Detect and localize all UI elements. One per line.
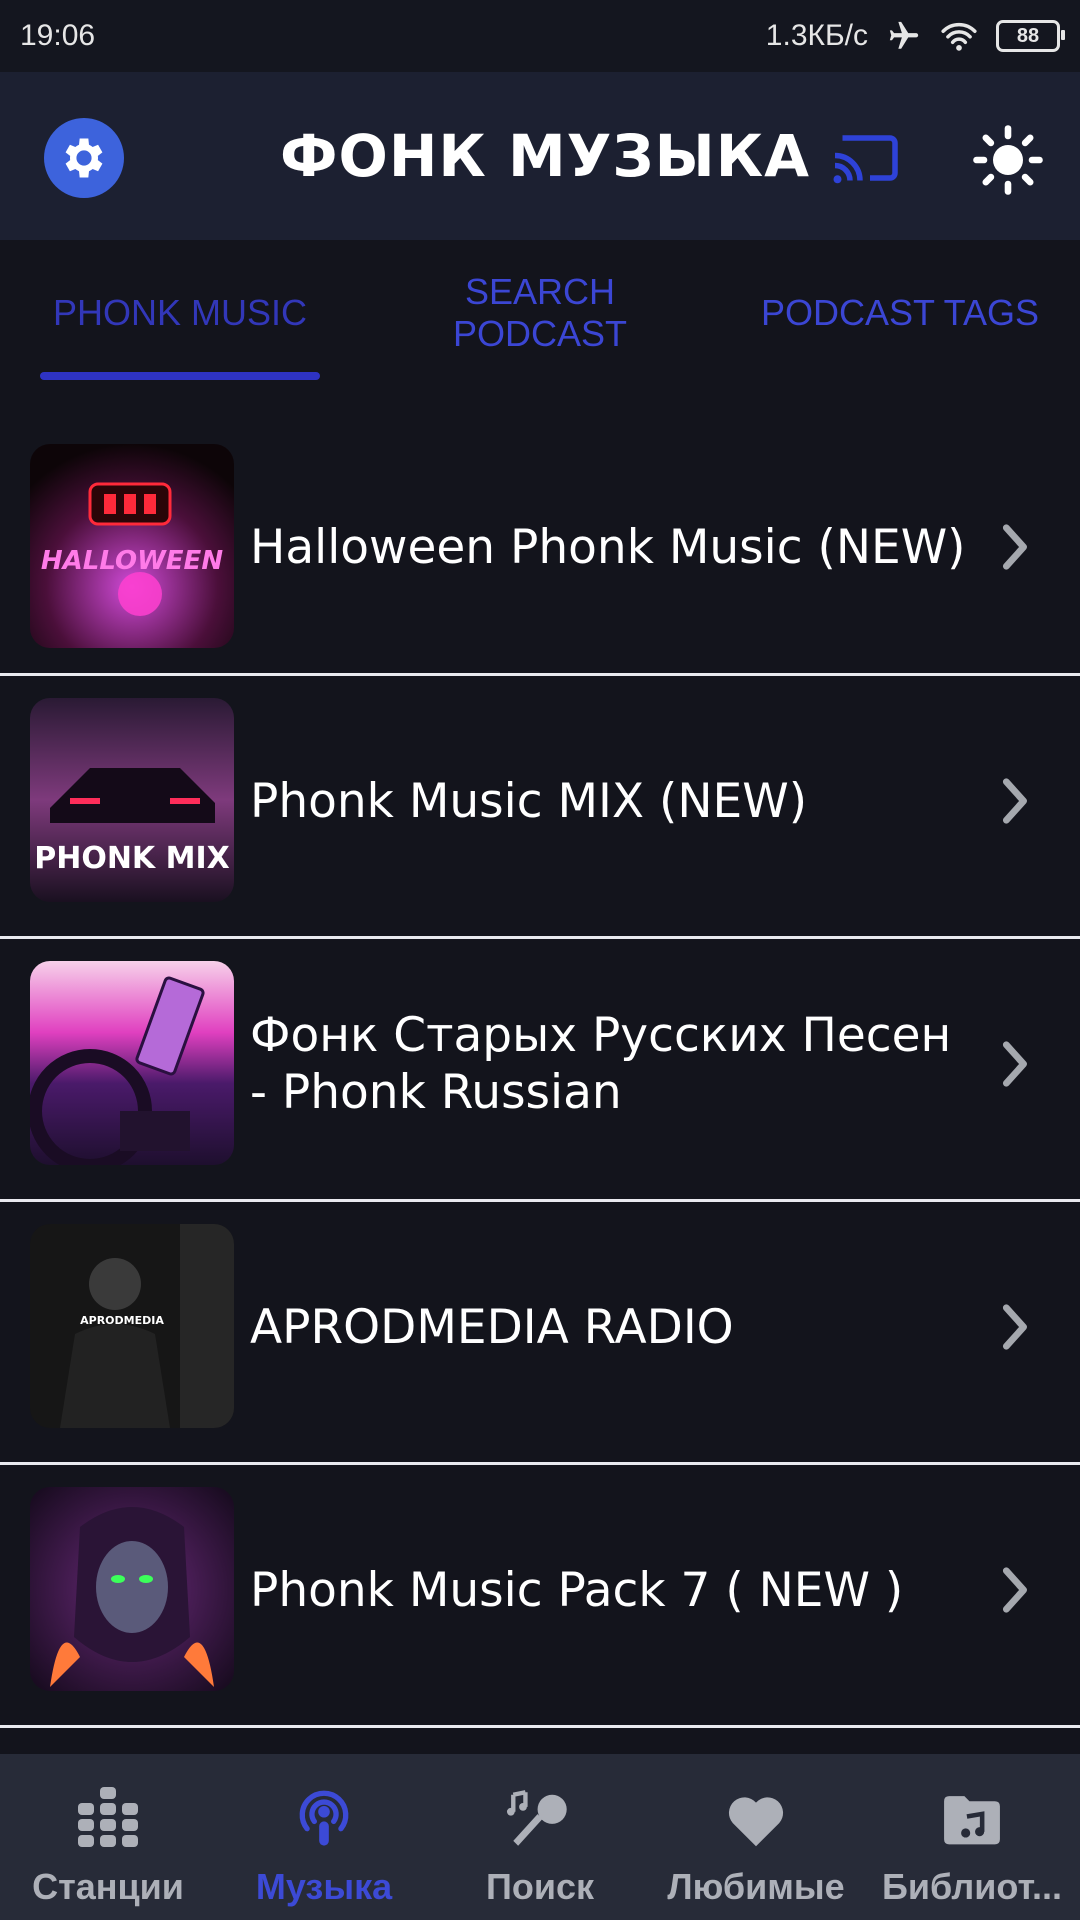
nav-label: Станции — [32, 1866, 184, 1907]
nav-item-library[interactable]: Библиот... — [864, 1754, 1080, 1920]
station-title: Phonk Music MIX (NEW) — [250, 773, 808, 829]
settings-icon — [65, 138, 103, 178]
nav-item-music[interactable]: Музыка — [216, 1754, 432, 1920]
nav-label: Поиск — [485, 1866, 595, 1907]
brightness-button[interactable] — [972, 124, 1044, 196]
tab-label: SEARCH PODCAST — [452, 271, 628, 354]
tab-search-podcast[interactable]: SEARCH PODCAST — [360, 240, 720, 386]
chevron-right-icon — [1002, 1567, 1027, 1613]
list-item[interactable]: PHONK MIX Phonk Music MIX (NEW) — [0, 676, 1080, 939]
station-thumbnail: PHONK MIX — [30, 698, 234, 902]
tab-label: PODCAST TAGS — [760, 292, 1040, 333]
nav-item-search[interactable]: Поиск — [432, 1754, 648, 1920]
nav-item-favorites[interactable]: Любимые — [648, 1754, 864, 1920]
nav-label: Музыка — [255, 1866, 393, 1907]
battery-icon: 88 — [996, 20, 1065, 52]
equalizer-icon — [78, 1787, 138, 1847]
station-title: Phonk Music Pack 7 ( NEW ) — [250, 1562, 904, 1618]
station-list: HALLOWEEN Halloween Phonk Music (NEW) PH… — [0, 422, 1080, 1728]
podcast-icon — [299, 1790, 349, 1846]
nav-item-stations[interactable]: Станции — [0, 1754, 216, 1920]
station-thumbnail: APRODMEDIA — [30, 1224, 234, 1428]
tab-label: PHONK MUSIC — [52, 292, 308, 333]
station-title: Halloween Phonk Music (NEW) — [250, 519, 966, 575]
status-time: 19:06 — [20, 19, 96, 52]
tab-podcast-tags[interactable]: PODCAST TAGS — [720, 240, 1080, 386]
station-thumbnail — [30, 1487, 234, 1691]
nav-label: Библиот... — [882, 1866, 1062, 1907]
microphone-icon — [506, 1790, 567, 1846]
station-title: Фонк Старых Русских Песен - Phonk Russia… — [250, 1008, 952, 1120]
station-title: APRODMEDIA RADIO — [250, 1299, 734, 1355]
station-thumbnail — [30, 961, 234, 1165]
list-item[interactable]: Фонк Старых Русских Песен - Phonk Russia… — [0, 939, 1080, 1202]
list-item[interactable]: HALLOWEEN Halloween Phonk Music (NEW) — [0, 422, 1080, 676]
app-title: ФОНК МУЗЫКА — [280, 122, 810, 190]
status-icons: 1.3КБ/с 88 — [765, 19, 1065, 53]
music-folder-icon — [944, 1796, 1000, 1845]
settings-button[interactable] — [44, 118, 124, 198]
airplane-icon — [889, 21, 919, 49]
tab-indicator — [40, 372, 320, 380]
list-item[interactable]: Phonk Music Pack 7 ( NEW ) — [0, 1465, 1080, 1728]
battery-level: 88 — [1016, 24, 1040, 47]
tab-bar: PHONK MUSIC SEARCH PODCAST PODCAST TAGS — [0, 240, 1080, 386]
chevron-right-icon — [1002, 1041, 1027, 1087]
network-speed: 1.3КБ/с — [765, 19, 868, 52]
chevron-right-icon — [1002, 778, 1027, 824]
nav-label: Любимые — [667, 1866, 845, 1907]
thumb-text: APRODMEDIA — [80, 1314, 164, 1327]
station-thumbnail: HALLOWEEN — [30, 444, 234, 648]
wifi-icon — [941, 22, 977, 51]
brightness-icon — [973, 125, 1043, 195]
chevron-right-icon — [1002, 1304, 1027, 1350]
cast-button[interactable] — [830, 128, 900, 188]
chevron-right-icon — [1002, 524, 1027, 570]
bottom-navigation: Станции Музыка Поиск Любимые Библиот... — [0, 1754, 1080, 1920]
cast-icon — [833, 135, 898, 184]
tab-phonk-music[interactable]: PHONK MUSIC — [0, 240, 360, 386]
status-bar: 19:06 1.3КБ/с 88 — [0, 0, 1080, 72]
app-bar: ФОНК МУЗЫКА — [0, 72, 1080, 240]
thumb-text: PHONK MIX — [34, 841, 230, 876]
heart-icon — [728, 1797, 784, 1847]
thumb-text: HALLOWEEN — [41, 546, 223, 576]
list-item[interactable]: APRODMEDIA APRODMEDIA RADIO — [0, 1202, 1080, 1465]
